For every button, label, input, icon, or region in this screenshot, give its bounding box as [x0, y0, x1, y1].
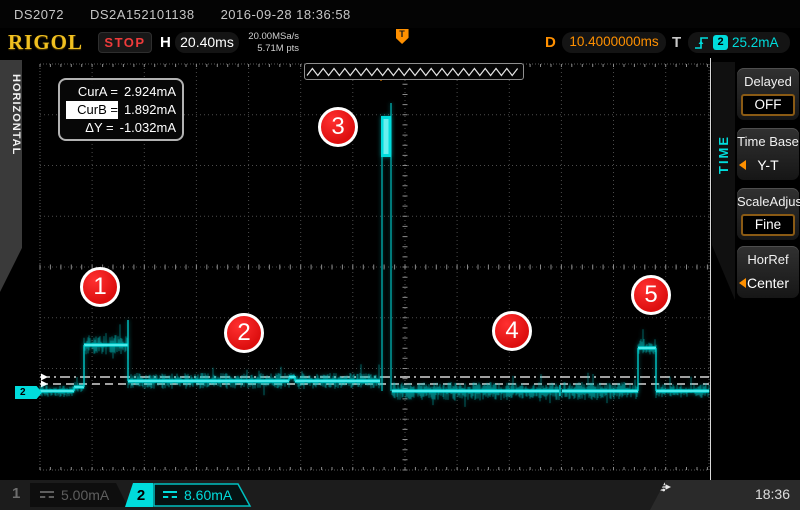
- cursor-delta-value: -1.032mA: [120, 119, 176, 137]
- softkey-value: OFF: [741, 94, 795, 116]
- left-arrow-icon: [739, 278, 746, 288]
- softkey-label: Time Base: [737, 132, 799, 152]
- memory-depth: 5.71M pts: [243, 43, 299, 55]
- cursor-readout-box: CurA = 2.924mA CurB = 1.892mA ΔY = -1.03…: [58, 78, 184, 141]
- clock-label: 18:36: [755, 486, 790, 502]
- cursor-delta-row: ΔY = -1.032mA: [66, 119, 176, 137]
- softkey-menu: TIME Delayed OFF Time Base Y-T ScaleAdju…: [710, 58, 800, 480]
- trigger-level-value: 25.2mA: [732, 35, 779, 50]
- softkey-value: Center: [747, 275, 789, 291]
- model-label: DS2072: [14, 7, 64, 22]
- trigger-status-box[interactable]: 2 25.2mA: [688, 32, 790, 53]
- channel1-scale-value: 5.00mA: [61, 487, 109, 503]
- rigol-logo: RIGOL: [8, 30, 83, 55]
- cursor-a-value: 2.924mA: [124, 83, 176, 101]
- run-state-badge: STOP: [98, 32, 152, 53]
- horizontal-h-label: H: [160, 34, 171, 51]
- softkey-scale-adjust[interactable]: ScaleAdjust Fine: [737, 188, 799, 240]
- cursor-b-row: CurB = 1.892mA: [66, 101, 176, 119]
- acquisition-info: 20.00MSa/s 5.71M pts: [243, 31, 299, 55]
- left-arrow-icon: [739, 160, 746, 170]
- annotation-circle-4: 4: [492, 311, 532, 351]
- sample-rate: 20.00MSa/s: [243, 31, 299, 43]
- menu-tab-time[interactable]: TIME: [712, 62, 735, 300]
- channel2-ground-marker[interactable]: 2: [15, 386, 42, 399]
- softkey-hor-ref[interactable]: HorRef Center: [737, 246, 799, 298]
- channel-status-bar: 1 5.00mA 2 8.60mA 18:: [0, 480, 800, 510]
- bottom-right-panel: 18:36: [650, 480, 800, 510]
- channel2-status-box[interactable]: 8.60mA: [153, 483, 253, 507]
- annotation-circle-5: 5: [631, 275, 671, 315]
- channel1-status-box[interactable]: 5.00mA: [30, 483, 130, 507]
- channel1-number: 1: [12, 485, 20, 502]
- trigger-t-label: T: [672, 34, 681, 51]
- usb-icon: [650, 481, 672, 493]
- annotation-number: 1: [93, 273, 106, 301]
- trigger-slope-icon: [694, 35, 709, 51]
- channel1-coupling-icon: [40, 491, 54, 500]
- annotation-number: 4: [505, 317, 518, 345]
- cursor-delta-label: ΔY =: [66, 119, 114, 137]
- softkey-label: HorRef: [737, 250, 799, 270]
- softkey-label: Delayed: [737, 72, 799, 92]
- annotation-number: 2: [237, 319, 250, 347]
- oscilloscope-screen: DS2072 DS2A152101138 2016-09-28 18:36:58…: [0, 0, 800, 510]
- datetime-label: 2016-09-28 18:36:58: [221, 7, 351, 22]
- channel2-scale-value: 8.60mA: [184, 487, 232, 503]
- annotation-circle-1: 1: [80, 267, 120, 307]
- annotation-circle-3: 3: [318, 107, 358, 147]
- softkey-time-base[interactable]: Time Base Y-T: [737, 128, 799, 180]
- menu-tab-label: TIME: [712, 62, 735, 247]
- softkey-label: ScaleAdjust: [737, 192, 799, 212]
- softkey-value: Y-T: [757, 157, 778, 173]
- cursor-a-label: CurA =: [66, 83, 118, 101]
- cursor-b-label: CurB =: [66, 101, 118, 119]
- softkey-value: Fine: [741, 214, 795, 236]
- delay-d-label: D: [545, 34, 556, 51]
- title-bar: DS2072 DS2A152101138 2016-09-28 18:36:58: [0, 0, 800, 28]
- cursor-b-value: 1.892mA: [124, 101, 176, 119]
- annotation-circle-2: 2: [224, 313, 264, 353]
- delay-time-value: 10.4000000ms: [562, 32, 666, 53]
- memory-waveform-icon: [305, 64, 523, 79]
- annotation-number: 5: [644, 281, 657, 309]
- trigger-source-badge: 2: [713, 35, 728, 50]
- annotation-number: 3: [331, 113, 344, 141]
- timebase-value[interactable]: 20.40ms: [175, 32, 239, 53]
- memory-position-bar: [304, 63, 524, 80]
- softkey-delayed[interactable]: Delayed OFF: [737, 68, 799, 120]
- channel2-coupling-icon: [163, 491, 177, 500]
- cursor-a-row: CurA = 2.924mA: [66, 83, 176, 101]
- serial-label: DS2A152101138: [90, 7, 195, 22]
